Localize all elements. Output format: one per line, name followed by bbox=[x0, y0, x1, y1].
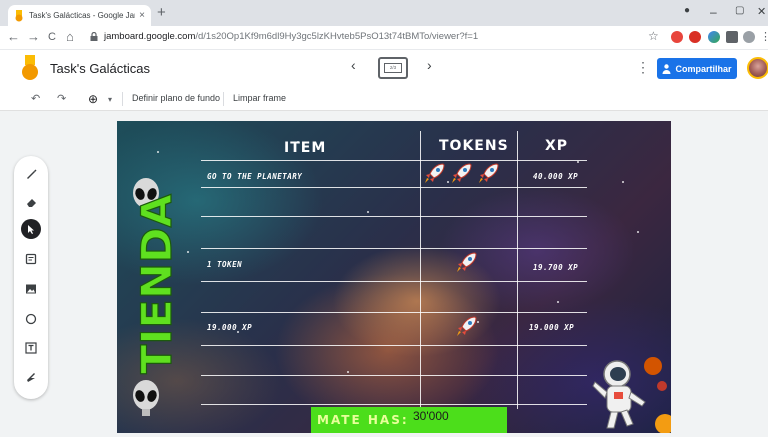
star bbox=[622, 181, 624, 183]
star bbox=[577, 161, 579, 163]
bookmark-star-icon[interactable]: ☆ bbox=[648, 29, 659, 43]
table-divider bbox=[201, 312, 587, 313]
astronaut-icon bbox=[592, 357, 671, 433]
star bbox=[367, 211, 369, 213]
close-window-button[interactable]: ✕ bbox=[757, 5, 766, 18]
zoom-dropdown-icon[interactable]: ▾ bbox=[108, 95, 112, 104]
minimize-button[interactable]: – bbox=[710, 5, 717, 19]
table-divider bbox=[201, 345, 587, 346]
row2-item: 1 TOKEN bbox=[207, 260, 243, 269]
table-divider bbox=[201, 160, 587, 161]
row3-item: 19.000 XP bbox=[207, 323, 253, 332]
pen-icon[interactable] bbox=[21, 164, 41, 184]
rocket-icon bbox=[452, 163, 472, 183]
edit-toolbar: ↶ ↷ ⊕ ▾ Definir plano de fundo Limpar fr… bbox=[0, 87, 768, 111]
jamboard-logo-icon bbox=[22, 55, 38, 80]
url-host: jamboard.google.com bbox=[104, 31, 196, 42]
jam-title[interactable]: Task's Galácticas bbox=[50, 61, 150, 76]
clear-frame-button[interactable]: Limpar frame bbox=[233, 93, 286, 103]
extension-adblock-icon[interactable] bbox=[689, 31, 701, 43]
redo-button[interactable]: ↷ bbox=[57, 92, 66, 105]
alien-icon bbox=[133, 380, 159, 416]
rocket-icon bbox=[457, 316, 477, 336]
star bbox=[157, 151, 159, 153]
circle-icon[interactable] bbox=[21, 309, 41, 329]
browser-toolbar: ← → C ⌂ jamboard.google.com/d/1s20Op1Kf9… bbox=[0, 26, 768, 50]
frame-bar-toggle[interactable]: 2/3 bbox=[378, 57, 408, 79]
eraser-icon[interactable] bbox=[21, 192, 41, 212]
frame-indicator: 2/3 bbox=[384, 63, 402, 73]
profile-icon[interactable] bbox=[743, 31, 755, 43]
profile-dot-icon[interactable]: ● bbox=[684, 5, 690, 16]
restore-button[interactable]: ▢ bbox=[735, 5, 744, 16]
tienda-title-text: TIENDA bbox=[132, 194, 181, 374]
star bbox=[447, 181, 449, 183]
row3-xp: 19.000 XP bbox=[529, 323, 575, 332]
mate-has-label: MATE HAS: bbox=[317, 413, 409, 427]
header-xp: XP bbox=[545, 138, 569, 154]
extension-pen-icon[interactable] bbox=[708, 31, 720, 43]
rocket-icon bbox=[457, 252, 477, 272]
row2-xp: 19.700 XP bbox=[533, 263, 579, 272]
star bbox=[557, 301, 559, 303]
address-bar[interactable]: jamboard.google.com/d/1s20Op1Kf9m6dl9Hy3… bbox=[86, 28, 646, 47]
table-divider bbox=[201, 216, 587, 217]
table-divider bbox=[201, 375, 587, 376]
home-button[interactable]: ⌂ bbox=[66, 29, 74, 45]
new-tab-button[interactable]: + bbox=[157, 5, 166, 21]
chrome-menu-icon[interactable]: ⋮ bbox=[760, 29, 768, 45]
tienda-title: TIENDA bbox=[131, 193, 181, 375]
browser-tab[interactable]: Task's Galácticas - Google Jambo × bbox=[8, 5, 151, 26]
table-divider bbox=[201, 248, 587, 249]
tab-close-icon[interactable]: × bbox=[139, 10, 145, 21]
lock-icon bbox=[90, 32, 98, 41]
jam-frame[interactable]: ITEM TOKENS XP GO TO THE PLANETARY 40.00… bbox=[117, 121, 671, 433]
back-button[interactable]: ← bbox=[7, 29, 20, 45]
laser-icon[interactable] bbox=[21, 367, 41, 387]
url-text: jamboard.google.com/d/1s20Op1Kf9m6dl9Hy3… bbox=[104, 31, 478, 42]
table-divider bbox=[420, 131, 421, 409]
star bbox=[637, 231, 639, 233]
person-icon bbox=[662, 63, 671, 74]
table-divider bbox=[201, 187, 587, 188]
forward-button[interactable]: → bbox=[27, 29, 40, 45]
jamboard-favicon-icon bbox=[15, 9, 23, 21]
header-item: ITEM bbox=[284, 140, 327, 156]
previous-frame-button[interactable]: ‹ bbox=[351, 57, 356, 73]
select-icon[interactable] bbox=[21, 219, 41, 239]
extension-opera-icon[interactable] bbox=[671, 31, 683, 43]
star bbox=[347, 371, 349, 373]
tab-title: Task's Galácticas - Google Jambo bbox=[29, 11, 135, 20]
next-frame-button[interactable]: › bbox=[427, 57, 432, 73]
zoom-icon[interactable]: ⊕ bbox=[88, 92, 98, 106]
image-icon[interactable] bbox=[21, 279, 41, 299]
extensions-puzzle-icon[interactable] bbox=[726, 31, 738, 43]
table-divider bbox=[201, 281, 587, 282]
row1-item: GO TO THE PLANETARY bbox=[207, 172, 303, 181]
sticky-note-icon[interactable] bbox=[21, 249, 41, 269]
set-background-button[interactable]: Definir plano de fundo bbox=[132, 93, 220, 103]
text-box-icon[interactable] bbox=[21, 338, 41, 358]
share-button[interactable]: Compartilhar bbox=[657, 58, 737, 79]
url-path: /d/1s20Op1Kf9m6dl9Hy3gc5lzKHvteb5PsO13t7… bbox=[195, 31, 479, 42]
row1-xp: 40.000 XP bbox=[533, 172, 579, 181]
star bbox=[187, 251, 189, 253]
reload-button[interactable]: C bbox=[48, 29, 56, 45]
more-options-icon[interactable]: ⋮ bbox=[636, 59, 650, 76]
table-divider bbox=[201, 404, 587, 405]
header-tokens: TOKENS bbox=[439, 138, 509, 154]
rocket-icon bbox=[479, 163, 499, 183]
user-avatar[interactable] bbox=[747, 57, 768, 79]
tool-panel bbox=[14, 156, 48, 399]
jamboard-app-bar: Task's Galácticas ‹ 2/3 › ⋮ Compartilhar bbox=[0, 51, 768, 87]
toolbar-divider bbox=[122, 92, 123, 106]
rocket-icon bbox=[425, 163, 445, 183]
table-divider bbox=[517, 131, 518, 409]
undo-button[interactable]: ↶ bbox=[31, 92, 40, 105]
mate-has-value[interactable]: 30'000 bbox=[413, 409, 449, 423]
browser-tab-strip: Task's Galácticas - Google Jambo × + ● –… bbox=[0, 0, 768, 26]
share-label: Compartilhar bbox=[675, 63, 732, 74]
toolbar-divider bbox=[223, 92, 224, 106]
